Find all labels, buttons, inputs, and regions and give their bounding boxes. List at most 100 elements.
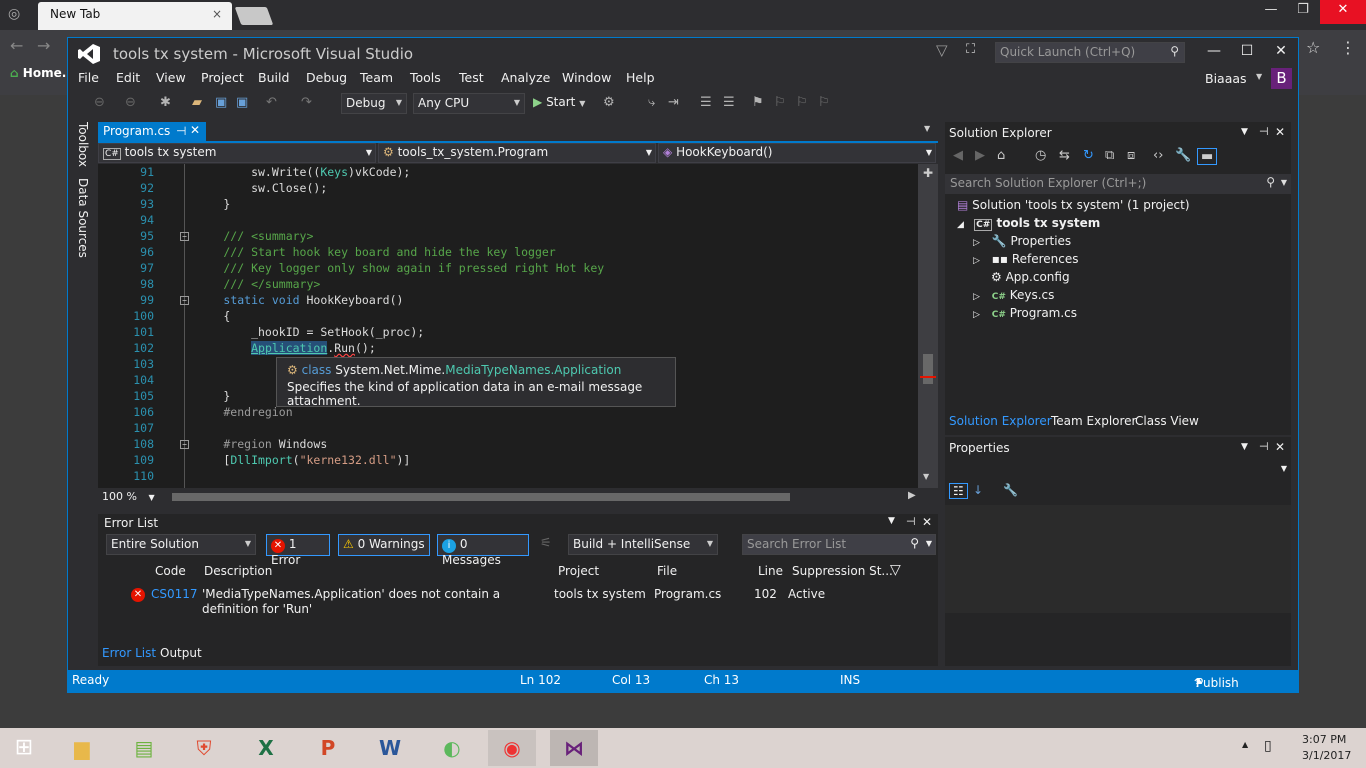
- tab-output[interactable]: Output: [160, 646, 202, 660]
- member-nav-select[interactable]: ◈ HookKeyboard() ▼: [658, 143, 936, 163]
- properties-icon[interactable]: 🔧: [1175, 148, 1191, 163]
- error-search-input[interactable]: Search Error List ⚲ ▼: [742, 534, 936, 555]
- back-icon[interactable]: ←: [10, 36, 23, 55]
- collapsed-icon[interactable]: ▷: [973, 238, 980, 248]
- tree-item-program-cs[interactable]: ▷ C# Program.cs: [973, 306, 1077, 320]
- minimize-icon[interactable]: —: [1199, 43, 1229, 59]
- open-file-icon[interactable]: ▰: [192, 95, 202, 110]
- code-editor[interactable]: 91 sw.Write((Keys)vkCode); 92 sw.Close()…: [98, 164, 938, 488]
- menu-build[interactable]: Build: [258, 70, 289, 85]
- tab-team-explorer[interactable]: Team Explorer: [1051, 414, 1137, 428]
- menu-project[interactable]: Project: [201, 70, 244, 85]
- clock-time[interactable]: 3:07 PM: [1302, 733, 1346, 746]
- security-app-icon[interactable]: ⛨: [180, 730, 228, 766]
- source-select[interactable]: Build + IntelliSense ▼: [568, 534, 718, 555]
- chevron-up-icon[interactable]: ▲: [1242, 740, 1248, 749]
- tree-solution[interactable]: ▤ Solution 'tools tx system' (1 project): [957, 198, 1190, 212]
- tree-item-references[interactable]: ▷ ▪▪ References: [973, 252, 1079, 266]
- object-select[interactable]: ▼: [945, 461, 1291, 479]
- undo-icon[interactable]: ↶: [266, 95, 277, 110]
- toolbox-tab[interactable]: Toolbox: [76, 122, 90, 167]
- view-code-icon[interactable]: ‹›: [1153, 148, 1163, 163]
- split-icon[interactable]: ✚: [923, 166, 933, 180]
- chrome-icon[interactable]: ◉: [488, 730, 536, 766]
- filter-icon[interactable]: ⚟: [540, 536, 552, 551]
- save-icon[interactable]: ▣: [215, 95, 227, 110]
- zoom-select[interactable]: 100 % ▼: [102, 490, 155, 503]
- sync-icon[interactable]: ⇆: [1059, 148, 1070, 163]
- avatar[interactable]: B: [1271, 68, 1292, 89]
- quick-launch-input[interactable]: Quick Launch (Ctrl+Q) ⚲: [995, 42, 1185, 63]
- menu-file[interactable]: File: [78, 70, 99, 85]
- show-all-icon[interactable]: ⧈: [1127, 148, 1135, 163]
- warnings-filter-button[interactable]: ⚠ 0 Warnings: [338, 534, 430, 556]
- tab-solution-explorer[interactable]: Solution Explorer: [949, 414, 1052, 428]
- project-nav-select[interactable]: C# tools tx system ▼: [98, 143, 376, 163]
- clear-bookmarks-icon[interactable]: ⚐: [818, 95, 830, 110]
- chevron-down-icon[interactable]: ▼: [1256, 72, 1262, 81]
- indent-icon[interactable]: ☰: [700, 95, 712, 110]
- configuration-select[interactable]: Debug ▼: [341, 93, 407, 114]
- save-all-icon[interactable]: ▣: [236, 95, 248, 110]
- panel-menu-icon[interactable]: ▼: [1241, 442, 1248, 452]
- windows-start-icon[interactable]: ⊞: [0, 730, 48, 766]
- menu-window[interactable]: Window: [562, 70, 611, 85]
- user-name[interactable]: Biaaas: [1205, 71, 1247, 86]
- close-icon[interactable]: ✕: [1275, 440, 1285, 454]
- menu-debug[interactable]: Debug: [306, 70, 347, 85]
- close-window-icon[interactable]: ✕: [1320, 0, 1366, 24]
- feedback-icon[interactable]: ⛶: [966, 42, 975, 57]
- history-icon[interactable]: ◷: [1035, 148, 1046, 163]
- chevron-down-icon[interactable]: ▼: [924, 124, 930, 133]
- home-icon[interactable]: ⌂: [997, 148, 1005, 163]
- bookmark-icon[interactable]: ⚑: [752, 95, 764, 110]
- platform-select[interactable]: Any CPU ▼: [413, 93, 525, 114]
- collapsed-icon[interactable]: ▷: [973, 292, 980, 302]
- preview-icon[interactable]: ▬: [1197, 148, 1218, 165]
- redo-icon[interactable]: ↷: [301, 95, 312, 110]
- column-file[interactable]: File: [657, 564, 677, 578]
- class-nav-select[interactable]: ⚙ tools_tx_system.Program ▼: [378, 143, 656, 163]
- refresh-icon[interactable]: ↻: [1083, 148, 1094, 163]
- pin-icon[interactable]: ⊣: [1259, 125, 1269, 138]
- tree-item-keys-cs[interactable]: ▷ C# Keys.cs: [973, 288, 1054, 302]
- excel-icon[interactable]: X: [242, 730, 290, 766]
- errors-filter-button[interactable]: ✕ 1 Error: [266, 534, 330, 567]
- tree-item-properties[interactable]: ▷ 🔧 Properties: [973, 234, 1071, 248]
- close-tab-icon[interactable]: ×: [212, 7, 222, 21]
- menu-analyze[interactable]: Analyze: [501, 70, 550, 85]
- close-icon[interactable]: ✕: [1275, 125, 1285, 139]
- column-line[interactable]: Line: [758, 564, 783, 578]
- filter-icon[interactable]: ▽: [936, 41, 948, 59]
- forward-icon[interactable]: ▶: [975, 148, 985, 163]
- powerpoint-icon[interactable]: P: [304, 730, 352, 766]
- new-project-icon[interactable]: ✱: [160, 95, 171, 110]
- back-icon[interactable]: ◀: [953, 148, 963, 163]
- pin-icon[interactable]: ⊣: [1259, 440, 1269, 453]
- back-nav-icon[interactable]: ⊖: [94, 95, 105, 110]
- scope-select[interactable]: Entire Solution ▼: [106, 534, 256, 555]
- tab-class-view[interactable]: Class View: [1135, 414, 1199, 428]
- panel-menu-icon[interactable]: ▼: [1241, 127, 1248, 137]
- collapsed-icon[interactable]: ▷: [973, 256, 980, 266]
- forward-icon[interactable]: →: [37, 36, 50, 55]
- clock-date[interactable]: 3/1/2017: [1302, 749, 1351, 762]
- tree-item-app-config[interactable]: ⚙ App.config: [991, 270, 1070, 284]
- pin-icon[interactable]: ⊣: [176, 124, 186, 138]
- collapsed-icon[interactable]: ▷: [973, 310, 980, 320]
- new-tab-button[interactable]: [234, 7, 274, 25]
- scroll-right-icon[interactable]: ▶: [908, 490, 916, 501]
- word-icon[interactable]: W: [366, 730, 414, 766]
- browser-tab[interactable]: New Tab ×: [38, 2, 232, 30]
- menu-team[interactable]: Team: [360, 70, 393, 85]
- editor-vertical-scrollbar[interactable]: ✚ ▼: [918, 164, 938, 488]
- menu-tools[interactable]: Tools: [410, 70, 441, 85]
- restore-icon[interactable]: ❐: [1288, 2, 1318, 17]
- pin-icon[interactable]: ⊣: [906, 515, 916, 528]
- menu-help[interactable]: Help: [626, 70, 655, 85]
- expand-icon[interactable]: ◢: [957, 220, 964, 230]
- maximize-icon[interactable]: ☐: [1232, 43, 1262, 59]
- menu-test[interactable]: Test: [459, 70, 484, 85]
- app-icon[interactable]: ◐: [428, 730, 476, 766]
- collapse-all-icon[interactable]: ⧉: [1105, 148, 1114, 163]
